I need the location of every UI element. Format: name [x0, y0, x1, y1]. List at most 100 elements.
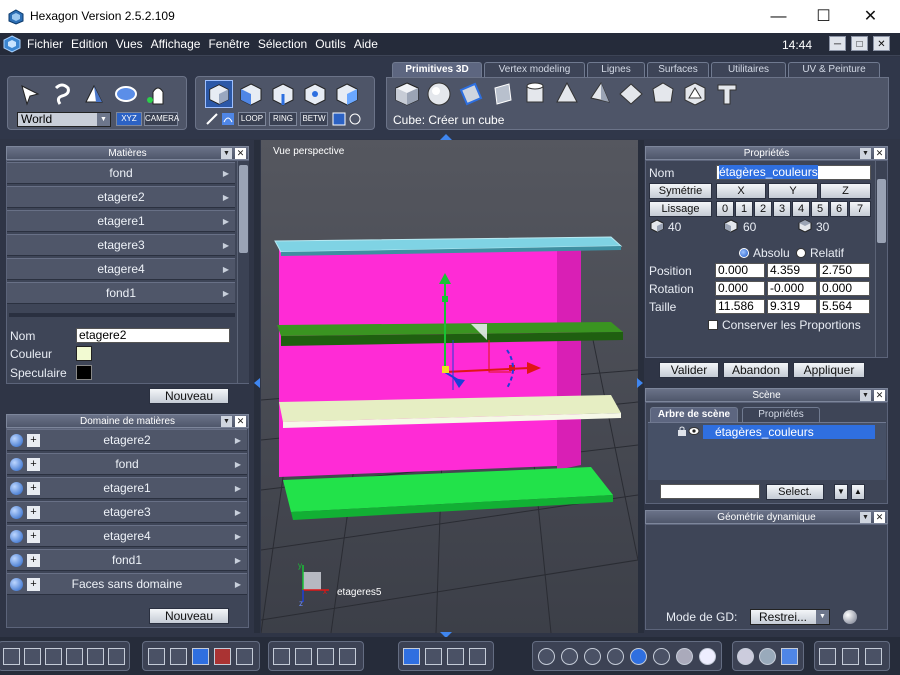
materials-scrollbar[interactable]: [237, 161, 249, 383]
shrink-selection-icon[interactable]: [348, 112, 362, 126]
gd-sphere-icon[interactable]: [843, 610, 857, 624]
eye-icon[interactable]: [688, 426, 700, 436]
textured-sphere-icon[interactable]: [653, 648, 670, 665]
zoom-fit-icon[interactable]: [273, 648, 290, 665]
soft-select-icon[interactable]: [221, 112, 235, 126]
sphere-primitive-icon[interactable]: [425, 80, 453, 108]
panel-close-icon[interactable]: ✕: [874, 512, 885, 523]
symmetry-x-button[interactable]: X: [716, 183, 766, 199]
paint-brush-icon[interactable]: [205, 112, 219, 126]
add-domain-icon[interactable]: +: [27, 506, 40, 519]
smoothing-level-3[interactable]: 3: [773, 201, 791, 217]
object-settings-icon[interactable]: [819, 648, 836, 665]
text-primitive-icon[interactable]: [713, 80, 741, 108]
visibility-sphere-icon[interactable]: [10, 578, 23, 591]
layout-quad-icon[interactable]: [108, 648, 125, 665]
properties-scrollbar[interactable]: [875, 161, 887, 357]
octahedron-primitive-icon[interactable]: [617, 80, 645, 108]
domain-item[interactable]: + etagere4 ▶: [7, 525, 247, 547]
wireframe-sphere-icon[interactable]: [538, 648, 555, 665]
tab-vertex-modeling[interactable]: Vertex modeling: [484, 62, 585, 77]
smoothing-level-7[interactable]: 7: [849, 201, 871, 217]
vertex-mode-icon[interactable]: [301, 80, 329, 108]
grow-selection-icon[interactable]: [332, 112, 346, 126]
panel-menu-icon[interactable]: ▼: [860, 512, 871, 523]
visibility-sphere-icon[interactable]: [10, 482, 23, 495]
viewport-canvas[interactable]: y x z: [261, 140, 638, 633]
visibility-sphere-icon[interactable]: [10, 554, 23, 567]
lock-icon[interactable]: [677, 426, 687, 436]
absolute-radio[interactable]: [739, 248, 749, 258]
grid-alt-icon[interactable]: [236, 648, 253, 665]
collapse-left-icon[interactable]: [253, 378, 261, 388]
validate-button[interactable]: Valider: [659, 362, 719, 378]
face-mode-icon[interactable]: [237, 80, 265, 108]
menu-aide[interactable]: Aide: [350, 33, 382, 51]
wire-sphere-alt-icon[interactable]: [561, 648, 578, 665]
icosahedron-primitive-icon[interactable]: [681, 80, 709, 108]
domain-item[interactable]: + fond ▶: [7, 453, 247, 475]
material-specular-swatch[interactable]: [76, 365, 92, 380]
grid-red-icon[interactable]: [214, 648, 231, 665]
menu-edition[interactable]: Edition: [67, 33, 112, 51]
universal-manipulator-icon[interactable]: [403, 648, 420, 665]
rotation-y-field[interactable]: -0.000: [767, 281, 817, 296]
layout-three-icon[interactable]: [66, 648, 83, 665]
select-down-button[interactable]: ▼: [834, 484, 848, 500]
pyramid-primitive-icon[interactable]: [585, 80, 613, 108]
position-x-field[interactable]: 0.000: [715, 263, 765, 278]
tab-utilitaires[interactable]: Utilitaires: [711, 62, 786, 77]
symmetry-button[interactable]: Symétrie: [649, 183, 712, 199]
paint-select-icon[interactable]: [112, 80, 140, 108]
menu-fichier[interactable]: Fichier: [23, 33, 67, 51]
smoothing-level-5[interactable]: 5: [811, 201, 829, 217]
smoothing-level-1[interactable]: 1: [735, 201, 753, 217]
paint-bucket-icon[interactable]: [170, 648, 187, 665]
new-domain-button[interactable]: Nouveau: [149, 608, 229, 624]
cube-settings-icon[interactable]: [842, 648, 859, 665]
smooth-wire-sphere-icon[interactable]: [607, 648, 624, 665]
domain-item[interactable]: + fond1 ▶: [7, 549, 247, 571]
view-eye-icon[interactable]: [339, 648, 356, 665]
material-item[interactable]: etagere3 ▶: [7, 234, 235, 256]
add-domain-icon[interactable]: +: [27, 482, 40, 495]
size-z-field[interactable]: 5.564: [819, 299, 870, 314]
position-y-field[interactable]: 4.359: [767, 263, 817, 278]
smoothing-level-6[interactable]: 6: [830, 201, 848, 217]
panel-divider[interactable]: [9, 313, 235, 317]
rotation-z-field[interactable]: 0.000: [819, 281, 870, 296]
smoothing-level-2[interactable]: 2: [754, 201, 772, 217]
panel-close-icon[interactable]: ✕: [235, 148, 246, 159]
between-button[interactable]: BETW: [300, 112, 328, 126]
close-button[interactable]: ✕: [848, 0, 893, 33]
doc-restore-button[interactable]: □: [851, 36, 868, 51]
collapse-top-icon[interactable]: [440, 133, 452, 140]
ring-button[interactable]: RING: [269, 112, 297, 126]
coordinate-system-select[interactable]: World ▼: [17, 112, 111, 127]
move-manipulator-icon[interactable]: [425, 648, 442, 665]
symmetry-y-button[interactable]: Y: [768, 183, 818, 199]
add-domain-icon[interactable]: +: [27, 530, 40, 543]
smoothing-level-4[interactable]: 4: [792, 201, 810, 217]
scene-node[interactable]: étagères_couleurs: [703, 425, 875, 439]
visibility-sphere-icon[interactable]: [10, 458, 23, 471]
back-panel[interactable]: [279, 248, 581, 477]
object-name-field[interactable]: étagères_couleurs: [716, 165, 871, 180]
new-material-button[interactable]: Nouveau: [149, 388, 229, 404]
panel-close-icon[interactable]: ✕: [874, 390, 885, 401]
domain-item[interactable]: + etagere2 ▶: [7, 429, 247, 451]
plane-primitive-icon[interactable]: [457, 80, 485, 108]
triangle-select-icon[interactable]: [80, 80, 108, 108]
cube-primitive-icon[interactable]: [393, 80, 421, 108]
domain-item[interactable]: + Faces sans domaine ▶: [7, 573, 247, 595]
lasso-select-icon[interactable]: [48, 80, 76, 108]
object-mode-icon[interactable]: [205, 80, 233, 108]
auto-mode-icon[interactable]: [333, 80, 361, 108]
doc-close-button[interactable]: ✕: [873, 36, 890, 51]
camera-button[interactable]: CAMERA: [144, 112, 179, 126]
visibility-sphere-icon[interactable]: [10, 434, 23, 447]
menu-selection[interactable]: Sélection: [254, 33, 311, 51]
select-button[interactable]: Select.: [766, 484, 824, 500]
symmetry-z-button[interactable]: Z: [820, 183, 871, 199]
flat-sphere-icon[interactable]: [584, 648, 601, 665]
